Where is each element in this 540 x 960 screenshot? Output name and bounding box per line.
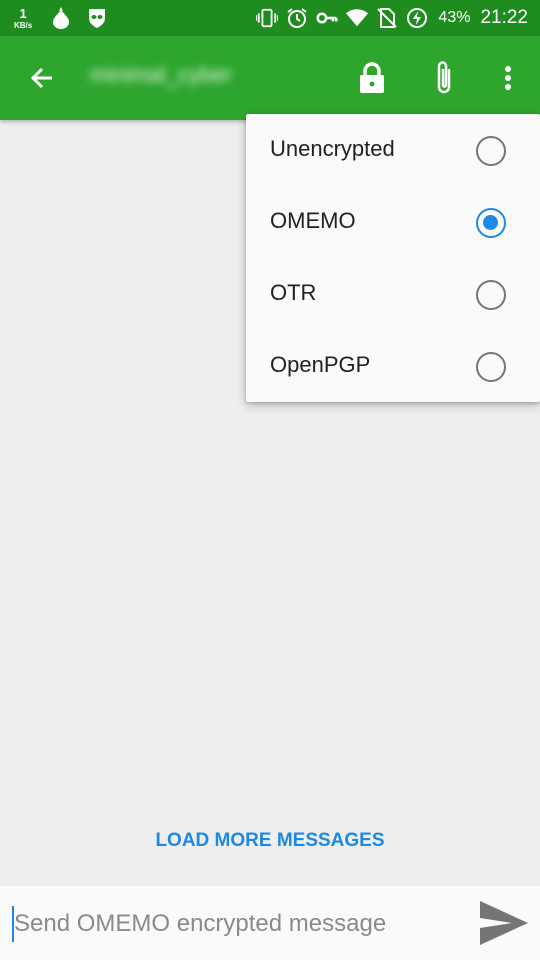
menu-item-label: OMEMO xyxy=(270,208,356,233)
menu-item-label: OTR xyxy=(270,280,317,305)
send-icon xyxy=(480,901,528,945)
radio-otr[interactable] xyxy=(476,280,506,310)
radio-openpgp[interactable] xyxy=(476,352,506,382)
vpn-key-icon xyxy=(316,7,338,29)
radio-unencrypted[interactable] xyxy=(476,136,506,166)
lock-icon xyxy=(360,62,384,93)
attach-button[interactable] xyxy=(422,56,466,100)
network-speed-value: 1 xyxy=(19,5,27,21)
network-speed: 1 KB/s xyxy=(14,7,32,30)
vibrate-icon xyxy=(256,7,279,29)
contact-name[interactable]: minimal_cyber xyxy=(90,62,300,94)
menu-item-omemo[interactable]: OMEMO xyxy=(246,186,540,258)
load-more-messages-button[interactable]: LOAD MORE MESSAGES xyxy=(0,830,540,852)
message-input[interactable]: Send OMEMO encrypted message xyxy=(14,906,454,942)
encryption-lock-button[interactable] xyxy=(350,56,394,100)
back-button[interactable] xyxy=(22,58,62,98)
status-clock: 21:22 xyxy=(480,7,528,28)
battery-charging-icon xyxy=(406,7,428,29)
encryption-menu: Unencrypted OMEMO OTR OpenPGP xyxy=(246,114,540,402)
conversation-toolbar: minimal_cyber xyxy=(0,36,540,120)
paperclip-icon xyxy=(437,61,451,94)
battery-percent: 43% xyxy=(438,9,471,26)
no-sim-icon xyxy=(376,7,398,29)
more-vert-icon xyxy=(505,66,511,90)
menu-item-openpgp[interactable]: OpenPGP xyxy=(246,330,540,402)
send-button[interactable] xyxy=(474,893,534,953)
menu-item-unencrypted[interactable]: Unencrypted xyxy=(246,114,540,186)
alarm-icon xyxy=(286,7,308,29)
menu-item-label: OpenPGP xyxy=(270,352,371,377)
overflow-menu-button[interactable] xyxy=(486,56,530,100)
privacy-mask-icon xyxy=(86,7,108,29)
status-bar: 1 KB/s 43% 21:22 xyxy=(0,0,540,36)
back-arrow-icon xyxy=(30,67,52,89)
tor-onion-icon xyxy=(50,7,72,29)
radio-omemo[interactable] xyxy=(476,208,506,238)
wifi-icon xyxy=(346,7,369,29)
menu-item-label: Unencrypted xyxy=(270,136,395,161)
menu-item-otr[interactable]: OTR xyxy=(246,258,540,330)
network-speed-unit: KB/s xyxy=(14,20,33,30)
